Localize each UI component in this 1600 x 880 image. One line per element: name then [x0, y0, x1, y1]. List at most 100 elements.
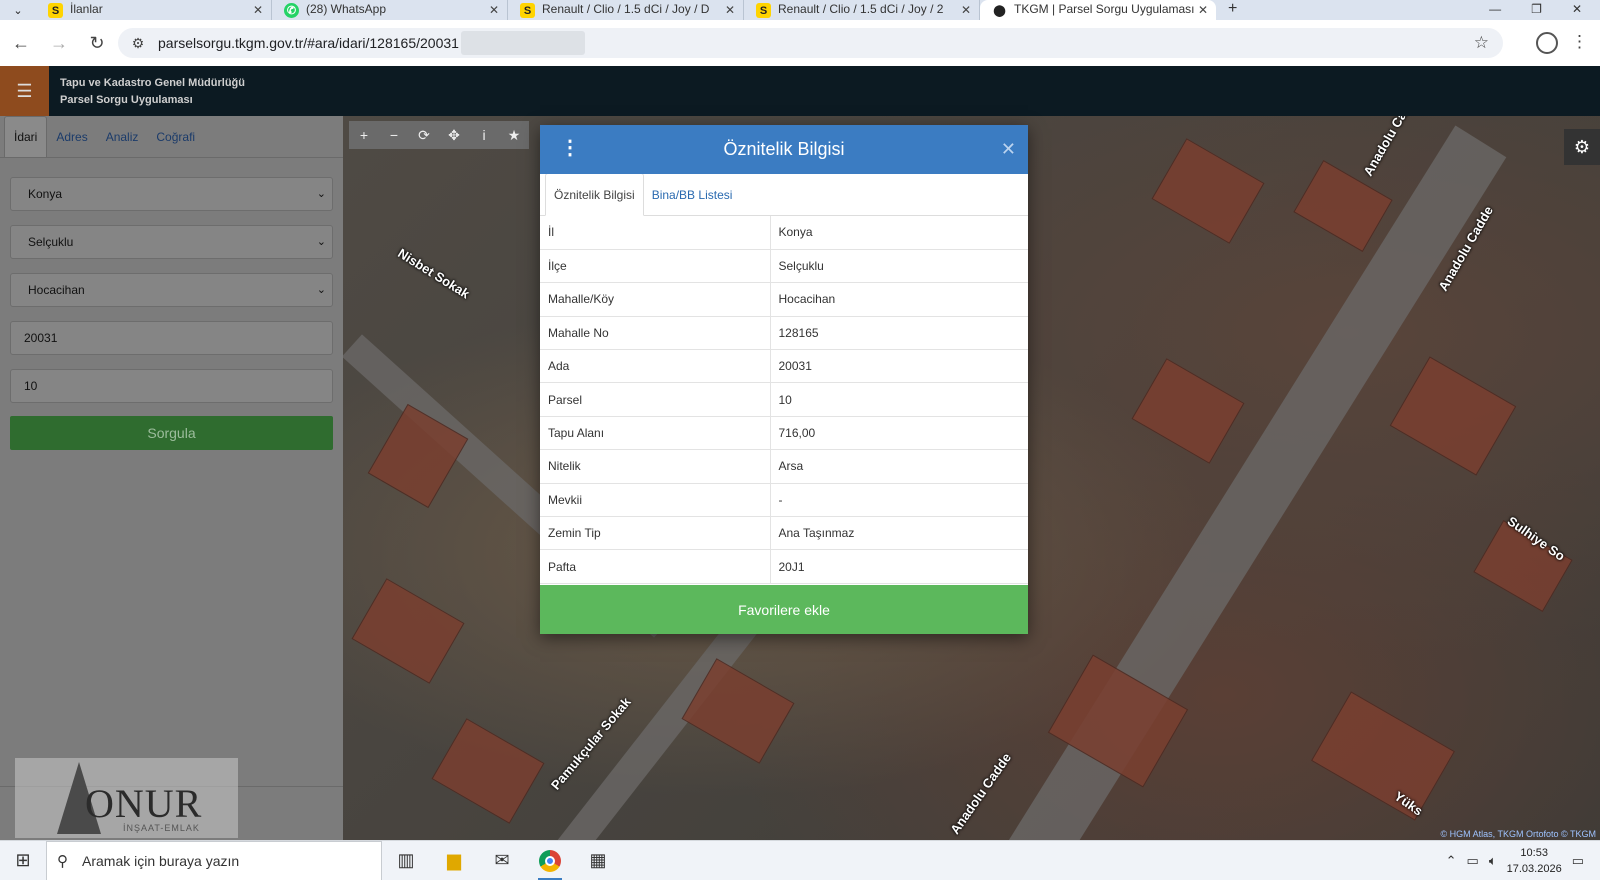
table-row: İl Konya [540, 216, 1028, 250]
attr-key: Nitelik [540, 449, 771, 484]
more-menu-icon[interactable]: ⋮ [1571, 32, 1588, 52]
tab-search-icon[interactable]: ⌄ [0, 0, 36, 20]
close-tab-icon[interactable]: ✕ [253, 3, 263, 17]
parsel-input[interactable]: 10 [10, 369, 333, 403]
attribute-table: İl Konya İlçe Selçuklu Mahalle/Köy Hocaciha… [540, 216, 1028, 584]
building [1389, 356, 1517, 476]
tab-analiz[interactable]: Analiz [97, 130, 148, 157]
close-tab-icon[interactable]: ✕ [489, 3, 499, 17]
calculator-icon[interactable]: ▦ [574, 841, 622, 880]
reload-icon[interactable]: ↻ [80, 33, 114, 54]
table-row: Nitelik Arsa [540, 449, 1028, 484]
browser-tab[interactable]: ✆ (28) WhatsApp ✕ [272, 0, 508, 20]
close-tab-icon[interactable]: ✕ [725, 3, 735, 17]
close-icon[interactable]: ✕ [1001, 139, 1016, 160]
bookmark-star-icon[interactable]: ☆ [1474, 33, 1489, 53]
refresh-icon[interactable]: ⟳ [409, 121, 439, 149]
table-row: Mahalle/Köy Hocacihan [540, 282, 1028, 317]
building [1151, 138, 1265, 244]
hamburger-menu-icon[interactable]: ☰ [0, 66, 49, 116]
browser-tab-active[interactable]: ⬤ TKGM | Parsel Sorgu Uygulaması ✕ [980, 0, 1216, 20]
site-favicon-icon: S [520, 3, 535, 18]
chrome-icon[interactable] [526, 841, 574, 880]
chevron-up-icon[interactable]: ⌃ [1446, 853, 1457, 869]
browser-tab[interactable]: S Renault / Clio / 1.5 dCi / Joy / D ✕ [508, 0, 744, 20]
tab-idari[interactable]: İdari [4, 116, 48, 157]
chrome-logo [539, 849, 561, 872]
onur-logo: ONUR İNŞAAT-EMLAK [15, 758, 238, 838]
file-explorer-icon[interactable]: ▆ [430, 841, 478, 880]
ada-input[interactable]: 20031 [10, 321, 333, 355]
tab-cografi[interactable]: Coğrafi [147, 130, 204, 157]
tab-title: İlanlar [70, 2, 103, 16]
settings-gear-icon[interactable]: ⚙ [1564, 129, 1600, 165]
browser-tab[interactable]: S İlanlar ✕ [36, 0, 272, 20]
forward-icon[interactable]: → [42, 33, 76, 54]
zoom-in-icon[interactable]: + [349, 121, 379, 149]
mail-icon[interactable]: ✉ [478, 841, 526, 880]
notification-icon[interactable]: ▭ [1572, 853, 1584, 869]
info-icon[interactable]: i [469, 121, 499, 149]
il-select[interactable]: Konya ⌄ [10, 177, 333, 211]
back-icon[interactable]: ← [4, 33, 38, 54]
logo-subtitle: İNŞAAT-EMLAK [123, 823, 200, 833]
chevron-down-icon: ⌄ [316, 188, 326, 200]
add-to-favorites-button[interactable]: Favorilere ekle [540, 585, 1028, 634]
clock[interactable]: 10:53 17.03.2026 [1507, 845, 1562, 877]
address-bar[interactable]: ⚙ parselsorgu.tkgm.gov.tr/#ara/idari/128… [118, 28, 1503, 58]
mahalle-select[interactable]: Hocacihan ⌄ [10, 273, 333, 307]
building [1293, 160, 1393, 252]
table-row: İlçe Selçuklu [540, 249, 1028, 284]
locate-icon[interactable]: ✥ [439, 121, 469, 149]
sorgula-button[interactable]: Sorgula [10, 416, 333, 450]
app-header: ☰ Tapu ve Kadastro Genel Müdürlüğü Parse… [0, 66, 1600, 116]
mahalle-select-value: Hocacihan [28, 283, 85, 297]
clock-time: 10:53 [1520, 846, 1548, 859]
tab-bina-bb-listesi[interactable]: Bina/BB Listesi [644, 188, 741, 215]
table-row: Pafta 20J1 [540, 549, 1028, 584]
street-label: Anadolu Cadde [947, 750, 1015, 837]
profile-icon[interactable] [1536, 32, 1558, 54]
new-tab-icon[interactable]: + [1216, 0, 1249, 20]
taskbar-search-input[interactable]: ⚲ Aramak için buraya yazın [46, 840, 382, 880]
table-row: Zemin Tip Ana Taşınmaz [540, 516, 1028, 551]
maximize-icon[interactable]: ❐ [1531, 2, 1542, 16]
tab-title: Renault / Clio / 1.5 dCi / Joy / 2 [778, 2, 944, 16]
attr-key: Tapu Alanı [540, 416, 771, 451]
taskbar-search-placeholder: Aramak için buraya yazın [82, 852, 240, 869]
chevron-down-icon: ⌄ [316, 284, 326, 296]
modal-header: ⋮ Öznitelik Bilgisi ✕ [540, 125, 1028, 174]
search-tabs: İdari Adres Analiz Coğrafi [0, 116, 343, 158]
volume-icon[interactable]: 🔈︎ [1489, 853, 1497, 869]
street-label: Nisbet Sokak [395, 245, 473, 302]
tab-oznitelik-bilgisi[interactable]: Öznitelik Bilgisi [545, 173, 644, 216]
favorite-star-icon[interactable]: ★ [499, 121, 529, 149]
close-tab-icon[interactable]: ✕ [961, 3, 971, 17]
browser-tab[interactable]: S Renault / Clio / 1.5 dCi / Joy / 2 ✕ [744, 0, 980, 20]
attr-key: Zemin Tip [540, 516, 771, 551]
table-row: Mevkii - [540, 483, 1028, 518]
attr-value: 716,00 [770, 416, 1028, 451]
url-text[interactable]: parselsorgu.tkgm.gov.tr/#ara/idari/12816… [158, 35, 459, 51]
modal-title: Öznitelik Bilgisi [723, 139, 845, 159]
site-favicon-icon: S [48, 3, 63, 18]
building [351, 578, 465, 684]
ilce-select-value: Selçuklu [28, 235, 74, 249]
attr-value: 20031 [770, 349, 1028, 384]
minimize-icon[interactable]: — [1489, 2, 1501, 16]
windows-start-icon[interactable]: ⊞ [0, 850, 46, 871]
zoom-out-icon[interactable]: − [379, 121, 409, 149]
app-title-line1: Tapu ve Kadastro Genel Müdürlüğü [60, 77, 245, 89]
task-view-icon[interactable]: ▥ [382, 841, 430, 880]
building [431, 718, 545, 824]
table-row: Mahalle No 128165 [540, 316, 1028, 351]
ilce-select[interactable]: Selçuklu ⌄ [10, 225, 333, 259]
chevron-down-icon: ⌄ [316, 236, 326, 248]
close-tab-icon[interactable]: ✕ [1198, 3, 1208, 17]
site-info-icon[interactable]: ⚙ [118, 35, 158, 52]
tab-adres[interactable]: Adres [47, 130, 96, 157]
close-window-icon[interactable]: ✕ [1572, 2, 1582, 16]
app-title-line2: Parsel Sorgu Uygulaması [60, 94, 193, 106]
table-row: Tapu Alanı 716,00 [540, 416, 1028, 451]
network-icon[interactable]: ▭ [1467, 853, 1479, 869]
